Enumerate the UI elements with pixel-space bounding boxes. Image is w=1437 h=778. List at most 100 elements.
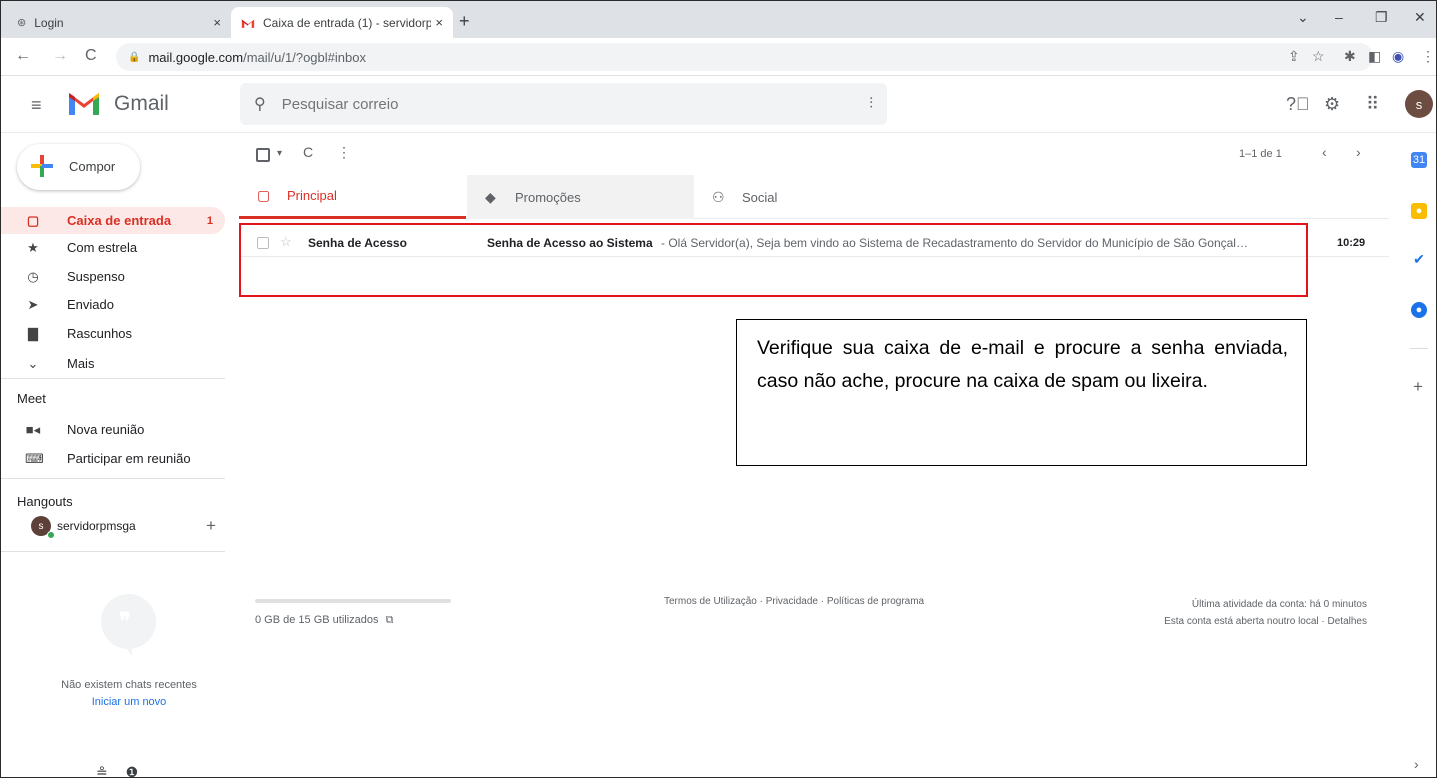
tab-principal[interactable]: ▢ Principal (239, 175, 466, 219)
sidebar-item-inbox[interactable]: ▢ Caixa de entrada 1 (1, 207, 225, 234)
keyboard-icon: ⌨ (25, 450, 44, 466)
tasks-icon[interactable]: ✔ (1411, 251, 1427, 267)
hangouts-bottom-icons: ≗ ❶ (96, 764, 139, 777)
more-actions-icon[interactable]: ⋮ (337, 144, 351, 161)
plus-icon (31, 155, 53, 177)
restore-icon[interactable]: ❐ (1375, 9, 1388, 26)
url-host: mail.google.com (148, 49, 244, 65)
meet-join-meeting[interactable]: ⌨ Participar em reunião (1, 445, 225, 472)
avatar[interactable]: s (1405, 90, 1433, 118)
compose-button[interactable]: Compor (17, 144, 140, 190)
storage-text[interactable]: 0 GB de 15 GB utilizados ⧉ (255, 614, 393, 627)
calendar-icon[interactable]: 31 (1411, 152, 1427, 168)
url-path: /mail/u/1/?ogbl#inbox (243, 49, 366, 65)
chat-bubble-icon: ❞ (101, 594, 156, 656)
close-window-icon[interactable]: ✕ (1414, 9, 1426, 26)
older-icon[interactable]: › (1356, 144, 1361, 160)
sidebar-item-label: Enviado (67, 297, 114, 312)
forward-icon[interactable]: → (52, 47, 68, 65)
sidebar-item-label: Caixa de entrada (67, 213, 172, 228)
highlight-box (239, 223, 1308, 297)
divider (1, 551, 225, 552)
search-options-icon[interactable]: ⫶ (869, 95, 873, 112)
sidepanel-icon[interactable]: ◧ (1368, 48, 1381, 65)
help-icon[interactable]: ?⃝ (1286, 94, 1310, 115)
address-bar[interactable]: 🔒 mail.google.com /mail/u/1/?ogbl#inbox (116, 43, 1373, 71)
tab-label: Social (742, 189, 778, 205)
main-menu-icon[interactable]: ≡ (31, 95, 42, 116)
clock-icon: ◷ (27, 268, 39, 284)
open-elsewhere-link[interactable]: Esta conta está aberta noutro local · De… (1164, 613, 1367, 630)
favicon-icon: ⊛ (17, 17, 27, 29)
meet-item-label: Participar em reunião (67, 451, 191, 466)
bookmark-star-icon[interactable]: ☆ (1312, 48, 1325, 65)
open-external-icon[interactable]: ⧉ (386, 614, 394, 626)
contacts-icon[interactable]: ≗ (96, 764, 108, 777)
close-tab-icon[interactable]: × (213, 15, 221, 30)
storage-bar (255, 599, 451, 603)
browser-toolbar: ← → C 🔒 mail.google.com /mail/u/1/?ogbl#… (1, 38, 1436, 76)
contacts-icon[interactable]: ● (1411, 302, 1427, 318)
tab-gmail[interactable]: Caixa de entrada (1) - servidorpm × (231, 7, 453, 38)
reload-icon[interactable]: C (85, 47, 97, 65)
tab-label: Principal (287, 188, 337, 203)
sidebar: Compor ▢ Caixa de entrada 1 ★ Com estrel… (1, 134, 237, 777)
close-tab-icon[interactable]: × (435, 15, 443, 30)
gmail-logo-text: Gmail (114, 92, 169, 115)
tab-promocoes[interactable]: ◆ Promoções (467, 175, 694, 219)
people-icon: ⚇ (712, 188, 725, 205)
apps-grid-icon[interactable]: ⠿ (1366, 94, 1379, 115)
inbox-icon: ▢ (257, 187, 271, 203)
sidebar-item-drafts[interactable]: ▇ Rascunhos (1, 320, 225, 347)
add-chat-icon[interactable]: + (206, 516, 216, 536)
sidebar-item-label: Com estrela (67, 240, 138, 255)
side-rail: 31 ● ✔ ● + › (1399, 134, 1436, 777)
sidebar-item-snoozed[interactable]: ◷ Suspenso (1, 263, 225, 290)
tab-social[interactable]: ⚇ Social (694, 175, 921, 219)
search-icon[interactable]: ⚲ (254, 94, 266, 114)
search-input[interactable] (281, 95, 802, 113)
star-icon: ★ (27, 239, 39, 255)
hangouts-user[interactable]: s servidorpmsga (31, 516, 136, 539)
search-bar[interactable]: ⚲ ⫶ (240, 83, 887, 125)
menu-kebab-icon[interactable]: ⋮ (1421, 48, 1435, 65)
get-addons-icon[interactable]: + (1413, 377, 1423, 397)
sidebar-item-sent[interactable]: ➤ Enviado (1, 291, 225, 318)
show-side-panel-icon[interactable]: › (1414, 756, 1419, 772)
category-tabs: ▢ Principal ◆ Promoções ⚇ Social (239, 175, 1389, 219)
share-icon[interactable]: ⇪ (1288, 48, 1300, 65)
divider (1, 478, 225, 479)
new-tab-button[interactable]: + (459, 11, 470, 32)
start-new-chat-link[interactable]: Iniciar um novo (1, 696, 257, 708)
sidebar-item-more[interactable]: ⌄ Mais (1, 350, 225, 377)
select-dropdown-icon[interactable]: ▾ (277, 148, 282, 159)
storage-label: 0 GB de 15 GB utilizados (255, 614, 379, 626)
draft-icon: ▇ (28, 325, 38, 341)
chat-icon[interactable]: ❶ (126, 764, 139, 777)
video-camera-icon: ■◂ (25, 421, 41, 437)
sidebar-item-starred[interactable]: ★ Com estrela (1, 234, 225, 261)
keep-icon[interactable]: ● (1411, 203, 1427, 219)
back-icon[interactable]: ← (15, 47, 31, 65)
newer-icon[interactable]: ‹ (1322, 144, 1327, 160)
tab-search-icon[interactable]: ⌄ (1297, 9, 1309, 26)
minimize-icon[interactable]: – (1335, 9, 1343, 25)
tag-icon: ◆ (485, 188, 496, 205)
settings-gear-icon[interactable]: ⚙ (1324, 94, 1340, 115)
sidebar-item-label: Suspenso (67, 269, 125, 284)
extensions-icon[interactable]: ✱ (1344, 48, 1356, 65)
select-all-checkbox[interactable] (256, 148, 270, 162)
hangouts-avatar: s (31, 516, 55, 539)
last-activity-text: Última atividade da conta: há 0 minutos (1191, 599, 1367, 610)
lock-icon: 🔒 (128, 51, 141, 63)
divider (1410, 348, 1428, 349)
compose-label: Compor (69, 159, 116, 174)
refresh-icon[interactable]: C (303, 144, 313, 160)
no-chats-text: Não existem chats recentes (61, 679, 197, 691)
meet-new-meeting[interactable]: ■◂ Nova reunião (1, 416, 225, 443)
sidebar-item-label: Rascunhos (67, 326, 133, 341)
hangouts-section-title: Hangouts (17, 494, 73, 509)
profile-icon[interactable]: ◉ (1392, 48, 1404, 65)
tab-login[interactable]: ⊛ Login × (7, 7, 231, 38)
footer-links[interactable]: Termos de Utilização · Privacidade · Pol… (664, 596, 924, 607)
